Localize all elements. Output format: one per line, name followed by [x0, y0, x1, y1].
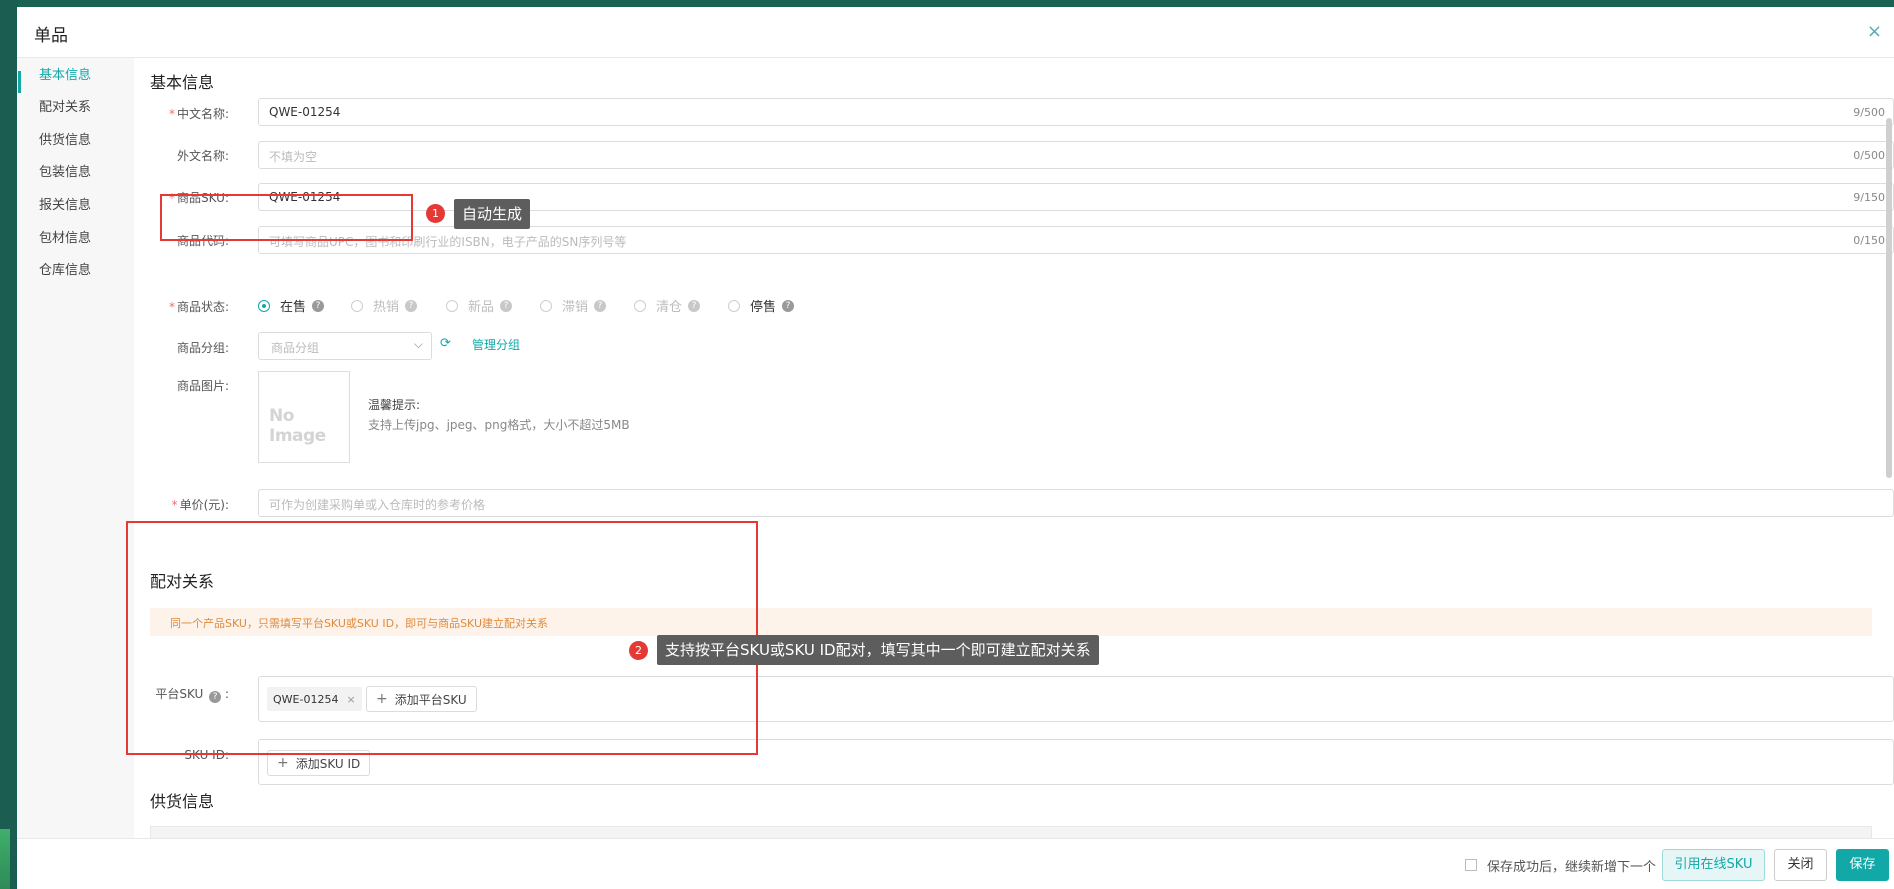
modal-header: 单品 ×	[17, 7, 1894, 58]
active-indicator	[18, 71, 21, 93]
supply-table-header	[150, 826, 1872, 838]
help-icon: ?	[688, 299, 701, 312]
status-label: * 商品状态:	[168, 300, 229, 314]
radio-icon	[540, 299, 552, 312]
status-option-slow: 滞销?	[540, 296, 607, 315]
image-hint-text: 支持上传jpg、jpeg、png格式，大小不超过5MB	[368, 418, 630, 432]
help-icon: ?	[594, 299, 607, 312]
image-hint-title: 温馨提示:	[368, 398, 421, 412]
no-image-placeholder: No Image	[269, 406, 326, 446]
code-input[interactable]: 可填写商品UPC，图书和印刷行业的ISBN，电子产品的SN序列号等 0/150	[258, 226, 1894, 254]
section-nav: 基本信息 配对关系 供货信息 包装信息 报关信息 包材信息 仓库信息	[17, 58, 134, 838]
foreign-name-input[interactable]: 不填为空 0/500	[258, 141, 1894, 169]
radio-icon	[351, 299, 363, 312]
basic-info-title: 基本信息	[150, 73, 215, 92]
radio-selected-icon	[258, 299, 270, 312]
char-count: 0/150	[1853, 234, 1885, 247]
group-label: 商品分组:	[176, 341, 229, 355]
annotation-tooltip-2: 支持按平台SKU或SKU ID配对，填写其中一个即可建立配对关系	[657, 635, 1099, 665]
group-select[interactable]: 商品分组 ⌵	[258, 332, 432, 360]
nav-item-materials[interactable]: 包材信息	[39, 227, 91, 246]
status-option-clearance: 清仓?	[634, 296, 701, 315]
nav-item-pairing[interactable]: 配对关系	[39, 96, 91, 115]
product-image-upload[interactable]: No Image	[258, 371, 350, 463]
help-icon: ?	[405, 299, 418, 312]
annotation-tooltip-1: 自动生成	[454, 199, 531, 229]
radio-icon	[446, 299, 458, 312]
nav-item-packaging[interactable]: 包装信息	[39, 161, 91, 180]
nav-item-customs[interactable]: 报关信息	[39, 194, 91, 213]
annotation-sku-highlight	[160, 194, 413, 241]
nav-item-supply[interactable]: 供货信息	[39, 129, 91, 148]
chevron-down-icon: ⌵	[413, 337, 423, 351]
continue-add-label: 保存成功后，继续新增下一个	[1487, 860, 1657, 875]
vertical-scrollbar[interactable]	[1886, 118, 1892, 478]
annotation-badge-2: 2	[629, 641, 648, 660]
help-icon[interactable]: ?	[782, 299, 795, 312]
save-button[interactable]: 保存	[1836, 849, 1889, 881]
status-option-on-sale[interactable]: 在售?	[258, 296, 325, 315]
close-button[interactable]: 关闭	[1774, 849, 1827, 881]
cn-name-label: * 中文名称:	[168, 107, 229, 121]
modal-footer: 保存成功后，继续新增下一个 引用在线SKU 关闭 保存	[17, 838, 1894, 889]
status-option-stopped[interactable]: 停售?	[728, 296, 795, 315]
status-option-new: 新品?	[446, 296, 513, 315]
nav-item-warehouse[interactable]: 仓库信息	[39, 259, 91, 278]
price-label: * 单价(元):	[171, 498, 229, 512]
cn-name-input[interactable]: QWE-01254 9/500	[258, 98, 1894, 126]
plus-icon: +	[277, 755, 289, 771]
cite-online-sku-button[interactable]: 引用在线SKU	[1662, 849, 1765, 881]
annotation-badge-1: 1	[426, 204, 445, 223]
char-count: 9/500	[1853, 106, 1885, 119]
refresh-icon[interactable]: ⟳	[440, 336, 451, 351]
status-option-hot: 热销?	[351, 296, 418, 315]
supply-title: 供货信息	[150, 792, 215, 811]
help-icon: ?	[500, 299, 513, 312]
background-progress-indicator	[0, 829, 10, 889]
product-modal: 单品 × 基本信息 配对关系 供货信息 包装信息 报关信息 包材信息 仓库信息 …	[17, 7, 1894, 889]
radio-icon	[728, 299, 740, 312]
close-icon[interactable]: ×	[1867, 21, 1882, 42]
modal-title: 单品	[34, 26, 68, 46]
char-count: 9/150	[1853, 191, 1885, 204]
char-count: 0/500	[1853, 149, 1885, 162]
nav-item-basic-info[interactable]: 基本信息	[39, 64, 91, 83]
background-sidebar-strip	[0, 0, 18, 889]
manage-group-link[interactable]: 管理分组	[472, 336, 520, 353]
radio-icon	[634, 299, 646, 312]
continue-add-checkbox[interactable]	[1465, 859, 1477, 871]
price-input[interactable]: 可作为创建采购单或入仓库时的参考价格	[258, 489, 1894, 517]
image-label: 商品图片:	[176, 379, 229, 393]
foreign-name-label: 外文名称:	[176, 149, 229, 163]
help-icon[interactable]: ?	[312, 299, 325, 312]
